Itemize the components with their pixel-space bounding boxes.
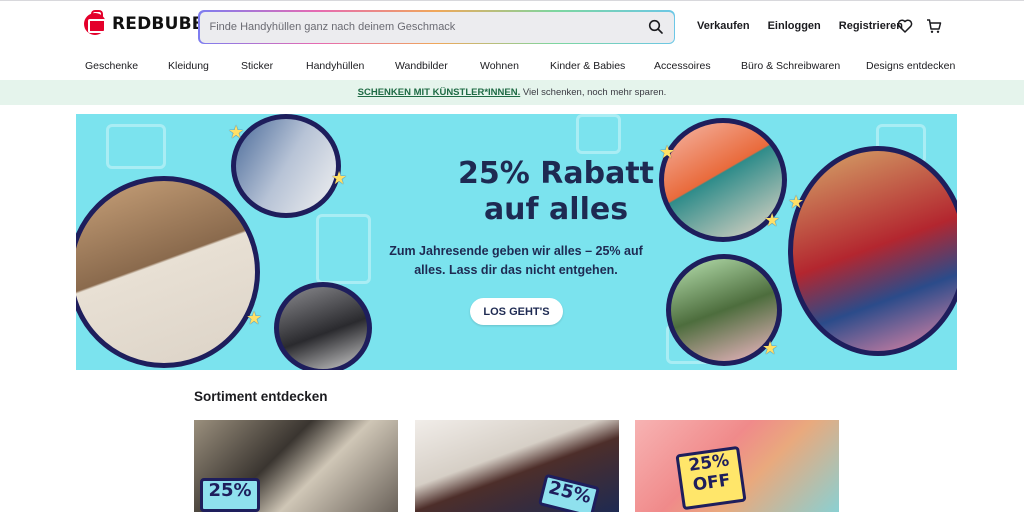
nav-item-kleidung[interactable]: Kleidung: [168, 60, 209, 72]
product-card[interactable]: 25%: [415, 420, 619, 512]
nav-item-kinder-babies[interactable]: Kinder & Babies: [550, 60, 625, 72]
site-header: REDBUBBLE Verkaufen Einloggen Registrier…: [0, 0, 1024, 54]
model-photo: [76, 176, 260, 368]
search-input[interactable]: [209, 21, 648, 33]
hero-subtitle: Zum Jahresende geben wir alles – 25% auf…: [389, 244, 643, 277]
cart-icon[interactable]: [926, 18, 942, 34]
header-links: Verkaufen Einloggen Registrieren: [697, 20, 903, 32]
model-photo: [231, 114, 341, 218]
nav-item-designs[interactable]: Designs entdecken: [866, 60, 955, 72]
top-divider: [0, 0, 1024, 1]
nav-item-handyhuellen[interactable]: Handyhüllen: [306, 60, 364, 72]
search-bar: [198, 10, 675, 44]
promo-link[interactable]: SCHENKEN MIT KÜNSTLER*INNEN.: [358, 87, 521, 98]
gift-pattern: [316, 214, 371, 284]
category-nav: Geschenke Kleidung Sticker Handyhüllen W…: [0, 54, 1024, 80]
nav-item-buero[interactable]: Büro & Schreibwaren: [741, 60, 840, 72]
model-photo: [274, 282, 372, 370]
discount-badge: 25%: [537, 473, 601, 512]
gift-pattern: [576, 114, 621, 154]
nav-item-wandbilder[interactable]: Wandbilder: [395, 60, 448, 72]
login-link[interactable]: Einloggen: [768, 20, 821, 32]
sell-link[interactable]: Verkaufen: [697, 20, 750, 32]
product-card[interactable]: 25%: [194, 420, 398, 512]
nav-item-accessoires[interactable]: Accessoires: [654, 60, 711, 72]
gift-pattern: [106, 124, 166, 169]
hero-title: 25% Rabatt auf alles: [458, 156, 654, 227]
model-photo: [788, 146, 957, 356]
search-box: [199, 11, 674, 43]
promo-bar: SCHENKEN MIT KÜNSTLER*INNEN. Viel schenk…: [0, 80, 1024, 105]
cta-button[interactable]: LOS GEHT'S: [470, 298, 563, 325]
product-card[interactable]: 25% OFF: [635, 420, 839, 512]
discount-badge: 25%: [200, 478, 260, 512]
heart-icon[interactable]: [897, 18, 913, 34]
nav-item-wohnen[interactable]: Wohnen: [480, 60, 519, 72]
nav-item-sticker[interactable]: Sticker: [241, 60, 273, 72]
promo-text: Viel schenken, noch mehr sparen.: [522, 87, 667, 98]
section-title: Sortiment entdecken: [194, 389, 328, 404]
nav-item-geschenke[interactable]: Geschenke: [85, 60, 138, 72]
register-link[interactable]: Registrieren: [839, 20, 903, 32]
hero-banner[interactable]: 25% Rabatt auf alles Zum Jahresende gebe…: [76, 114, 957, 370]
search-icon[interactable]: [648, 19, 664, 35]
discount-badge: 25% OFF: [675, 445, 747, 511]
redbubble-logo-icon: [84, 10, 106, 35]
